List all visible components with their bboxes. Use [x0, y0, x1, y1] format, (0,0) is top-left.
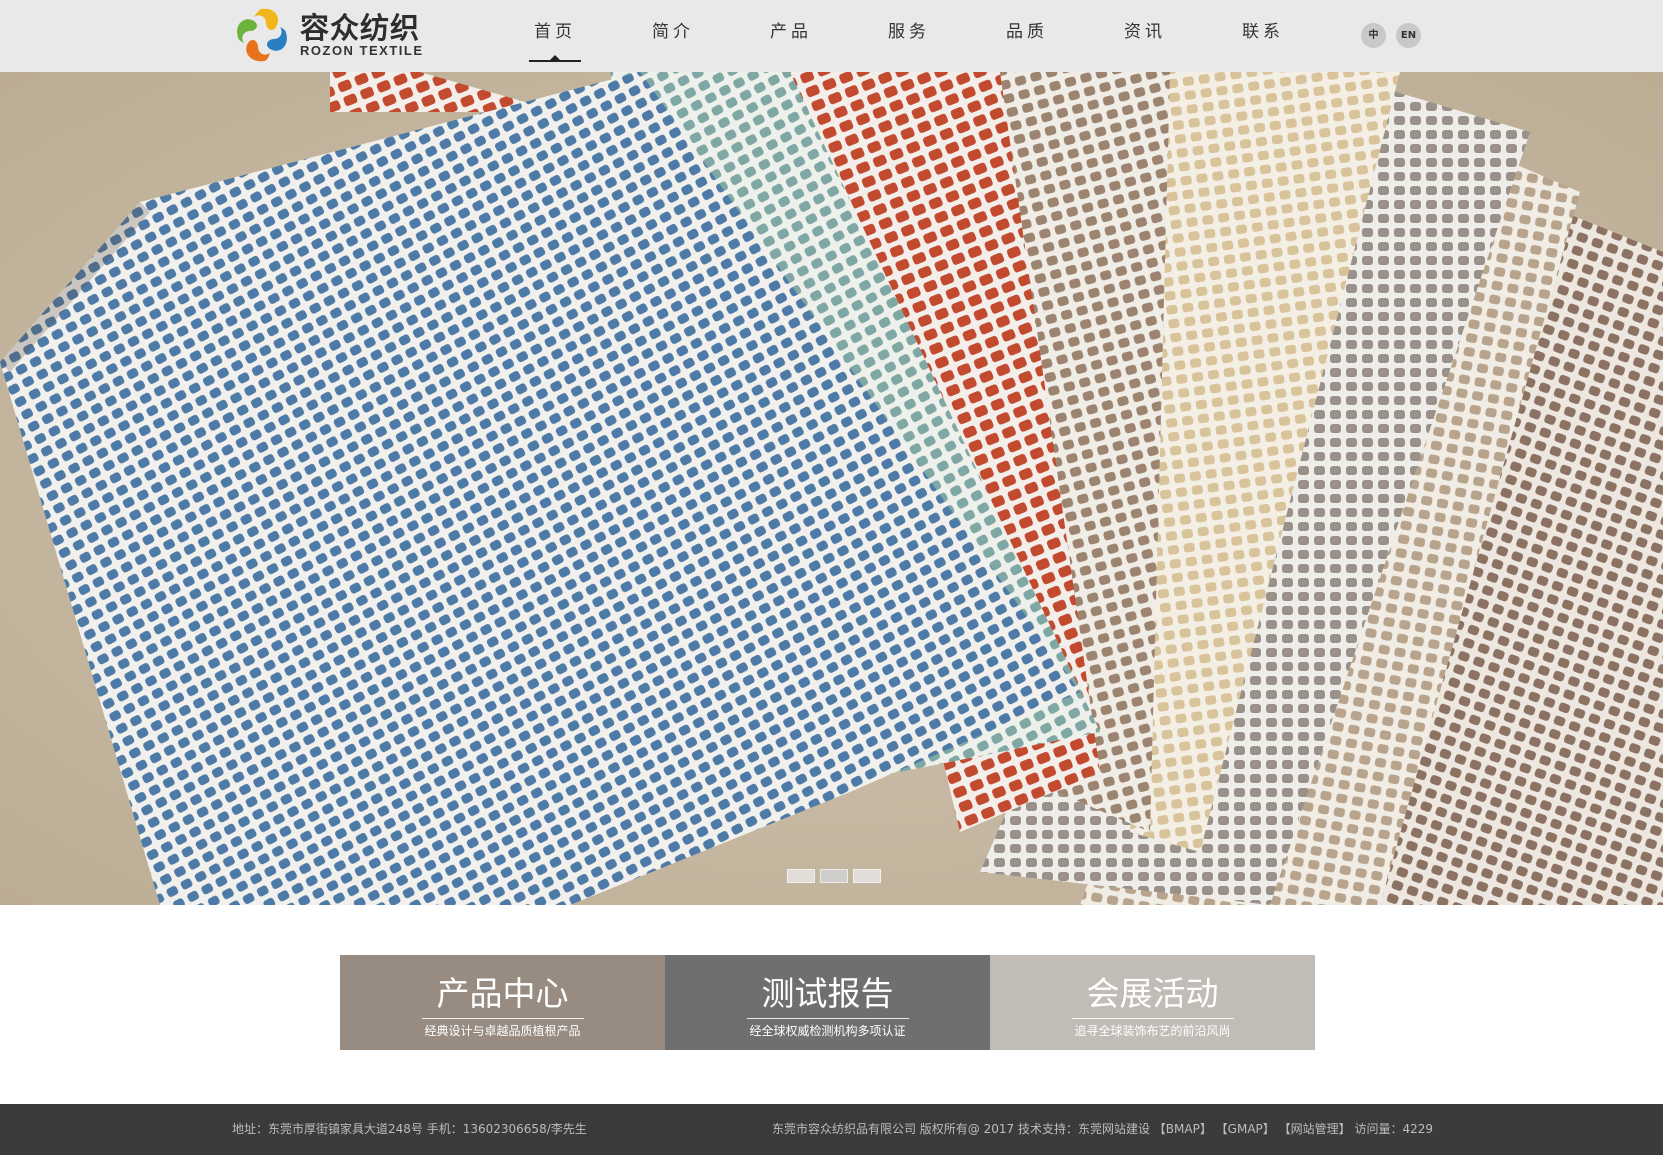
feature-divider [1071, 1018, 1234, 1019]
footer-admin-link[interactable]: 【网站管理】 [1279, 1122, 1351, 1136]
nav-item-label: 联系 [1242, 22, 1284, 42]
feature-subtitle: 追寻全球装饰布艺的前沿风尚 [1074, 1024, 1231, 1038]
nav-item-label: 首页 [534, 22, 576, 42]
slider-dot-1[interactable] [787, 869, 815, 883]
feature-title: 会展活动 [1086, 974, 1219, 1013]
footer-visits: 访问量：4229 [1354, 1122, 1433, 1136]
footer-bmap-link[interactable]: 【BMAP】 [1154, 1122, 1212, 1136]
feature-subtitle: 经典设计与卓越品质植根产品 [424, 1024, 581, 1038]
nav-item-label: 简介 [652, 22, 694, 42]
slider-dots [787, 869, 881, 883]
feature-title: 测试报告 [761, 974, 894, 1013]
nav-item-news[interactable]: 资讯 [1086, 0, 1204, 62]
nav-item-label: 产品 [770, 22, 812, 42]
nav-item-label: 资讯 [1124, 22, 1166, 42]
nav-item-products[interactable]: 产品 [732, 0, 850, 62]
feature-divider [421, 1018, 584, 1019]
hero-banner[interactable] [0, 72, 1663, 905]
feature-title: 产品中心 [436, 974, 569, 1013]
footer-gmap-link[interactable]: 【GMAP】 [1216, 1122, 1275, 1136]
nav-item-label: 品质 [1006, 22, 1048, 42]
feature-divider [746, 1018, 909, 1019]
fabric-swatches-image [0, 72, 1663, 905]
feature-exhibitions[interactable]: 会展活动 追寻全球装饰布艺的前沿风尚 [990, 955, 1315, 1050]
footer-right: 东莞市容众纺织品有限公司 版权所有@ 2017 技术支持：东莞网站建设 【BMA… [772, 1104, 1433, 1155]
nav-item-contact[interactable]: 联系 [1204, 0, 1322, 62]
lang-cn-button[interactable]: 中 [1361, 23, 1386, 48]
nav-item-service[interactable]: 服务 [850, 0, 968, 62]
nav-item-quality[interactable]: 品质 [968, 0, 1086, 62]
feature-test-report[interactable]: 测试报告 经全球权威检测机构多项认证 [665, 955, 990, 1050]
logo[interactable]: 容众纺织 ROZON TEXTILE [230, 2, 440, 68]
nav-item-label: 服务 [888, 22, 930, 42]
nav-item-about[interactable]: 简介 [614, 0, 732, 62]
brand-name-cn: 容众纺织 [300, 11, 421, 45]
footer-copyright: 东莞市容众纺织品有限公司 版权所有@ 2017 技术支持：东莞网站建设 [771, 1122, 1150, 1136]
nav-item-home[interactable]: 首页 [496, 0, 614, 62]
active-caret-icon [550, 55, 560, 60]
site-footer: 地址：东莞市厚街镇家具大道248号 手机：13602306658/李先生 东莞市… [0, 1104, 1663, 1155]
slider-dot-2[interactable] [820, 869, 848, 883]
feature-product-center[interactable]: 产品中心 经典设计与卓越品质植根产品 [340, 955, 665, 1050]
brand-name-en: ROZON TEXTILE [300, 43, 424, 58]
feature-boxes: 产品中心 经典设计与卓越品质植根产品 测试报告 经全球权威检测机构多项认证 会展… [340, 955, 1315, 1050]
feature-subtitle: 经全球权威检测机构多项认证 [749, 1024, 906, 1038]
site-header: 容众纺织 ROZON TEXTILE 首页 简介 产品 服务 品质 资讯 联系 … [0, 0, 1663, 72]
lang-en-button[interactable]: EN [1396, 23, 1421, 48]
logo-swirl-icon [237, 8, 287, 62]
footer-address: 地址：东莞市厚街镇家具大道248号 手机：13602306658/李先生 [232, 1122, 587, 1136]
slider-dot-3[interactable] [853, 869, 881, 883]
